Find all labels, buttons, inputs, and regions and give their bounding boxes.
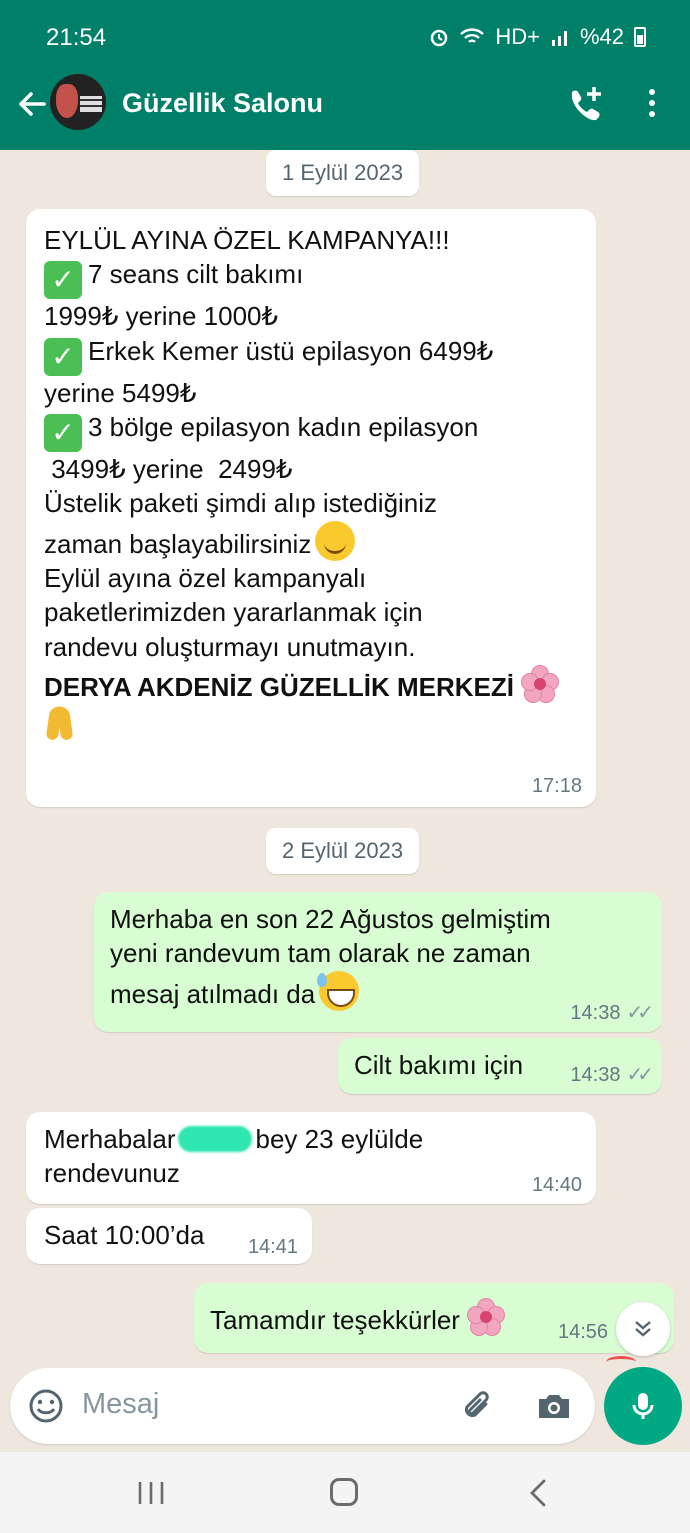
nav-back-icon[interactable]	[526, 1478, 550, 1508]
message-line: Merhaba en son 22 Ağustos gelmiştim	[110, 904, 551, 934]
top-bar: 21:54 HD+ %42 Güzellik Salonu	[0, 0, 690, 150]
back-arrow-icon[interactable]	[12, 84, 52, 124]
message-incoming-campaign[interactable]: EYLÜL AYINA ÖZEL KAMPANYA!!! ✓ 7 seans ci…	[26, 209, 596, 807]
sweat-smile-icon	[317, 970, 360, 1011]
recent-apps-icon[interactable]	[136, 1480, 166, 1506]
message-line: yerine 5499₺	[44, 377, 197, 408]
date-separator: 1 Eylül 2023	[266, 150, 420, 196]
camera-icon[interactable]	[534, 1386, 574, 1426]
home-icon[interactable]	[330, 1478, 358, 1506]
flower-icon	[466, 1297, 506, 1337]
message-line: 1999₺ yerine 1000₺	[44, 301, 279, 332]
message-line: paketlerimizden yararlanmak için	[44, 597, 423, 628]
more-vert-icon[interactable]	[640, 84, 664, 124]
emoji-icon[interactable]	[26, 1386, 66, 1426]
message-line: ✓ Erkek Kemer üstü epilasyon 6499₺	[44, 334, 578, 376]
read-ticks-icon: ✓✓	[626, 1063, 653, 1086]
message-line: yeni randevum tam olarak ne zaman	[110, 938, 531, 969]
call-add-icon[interactable]	[564, 84, 604, 124]
check-icon: ✓	[44, 261, 82, 300]
message-outgoing[interactable]: Cilt bakımı için 14:38 ✓✓	[338, 1038, 662, 1094]
message-line: ✓ 3 bölge epilasyon kadın epilasyon	[44, 410, 578, 452]
check-icon: ✓	[44, 337, 82, 376]
pray-icon	[44, 704, 76, 744]
network-label: HD+	[495, 24, 540, 49]
battery-percent: %42	[579, 24, 624, 49]
battery-icon	[634, 27, 646, 47]
message-line: rendevunuz	[44, 1158, 180, 1189]
message-time: 17:18	[531, 774, 582, 797]
message-incoming[interactable]: Saat 10:00’da 14:41	[26, 1208, 312, 1264]
message-time: 14:56	[558, 1320, 609, 1343]
message-time: 14:38 ✓✓	[570, 1062, 653, 1088]
system-nav-bar	[0, 1452, 690, 1533]
wifi-icon	[460, 28, 485, 43]
message-line: DERYA AKDENİZ GÜZELLİK MERKEZİ	[44, 664, 578, 704]
alarm-icon	[431, 29, 448, 47]
message-incoming[interactable]: Merhabalar bey 23 eylülde rendevunuz 14:4…	[26, 1112, 596, 1204]
message-text: Cilt bakımı için	[354, 1050, 524, 1080]
message-line: 3499₺ yerine 2499₺	[44, 453, 293, 484]
message-text: Tamamdır teşekkürler	[210, 1305, 460, 1335]
check-icon: ✓	[44, 413, 82, 452]
unread-indicator	[606, 1356, 636, 1368]
message-text: Saat 10:00’da	[44, 1220, 205, 1250]
message-line: randevu oluşturmayı unutmayın.	[44, 631, 416, 662]
status-bar: 21:54 HD+ %42	[0, 0, 690, 78]
message-input-bar[interactable]: Mesaj	[10, 1368, 595, 1444]
date-separator: 2 Eylül 2023	[266, 828, 420, 874]
message-line: mesaj atılmadı da	[110, 970, 646, 1011]
message-time: 14:38 ✓✓	[570, 1000, 653, 1026]
chat-header: Güzellik Salonu	[0, 70, 690, 150]
chevron-down-icon	[635, 1321, 651, 1337]
status-time: 21:54	[46, 24, 107, 51]
redacted-name	[177, 1126, 252, 1152]
attach-icon[interactable]	[458, 1386, 498, 1426]
message-line: Üstelik paketi şimdi alıp istediğiniz	[44, 488, 438, 519]
read-ticks-icon: ✓✓	[626, 1001, 653, 1024]
message-line: Eylül ayına özel kampanyalı	[44, 562, 367, 593]
mic-button[interactable]	[604, 1367, 682, 1445]
message-outgoing[interactable]: Tamamdır teşekkürler 14:56	[194, 1283, 674, 1353]
smile-icon	[315, 520, 356, 561]
message-time: 14:41	[247, 1235, 298, 1258]
message-time: 14:40	[531, 1173, 582, 1196]
chat-title[interactable]: Güzellik Salonu	[122, 88, 323, 119]
status-icons: HD+ %42	[429, 24, 646, 50]
message-line: EYLÜL AYINA ÖZEL KAMPANYA!!!	[44, 225, 450, 255]
mic-icon	[632, 1393, 654, 1419]
signal-icon	[551, 31, 567, 46]
message-input[interactable]: Mesaj	[82, 1388, 159, 1421]
message-line: ✓ 7 seans cilt bakımı	[44, 257, 578, 300]
chat-area[interactable]: 1 Eylül 2023 EYLÜL AYINA ÖZEL KAMPANYA!!…	[0, 150, 690, 1367]
message-line	[44, 704, 578, 752]
scroll-to-bottom-button[interactable]	[616, 1302, 670, 1356]
message-outgoing[interactable]: Merhaba en son 22 Ağustos gelmiştim yeni…	[94, 892, 662, 1032]
flower-icon	[520, 664, 560, 704]
message-line: Merhabalar bey 23 eylülde	[44, 1124, 424, 1154]
message-line: zaman başlayabilirsiniz	[44, 520, 578, 561]
avatar[interactable]	[50, 74, 106, 130]
